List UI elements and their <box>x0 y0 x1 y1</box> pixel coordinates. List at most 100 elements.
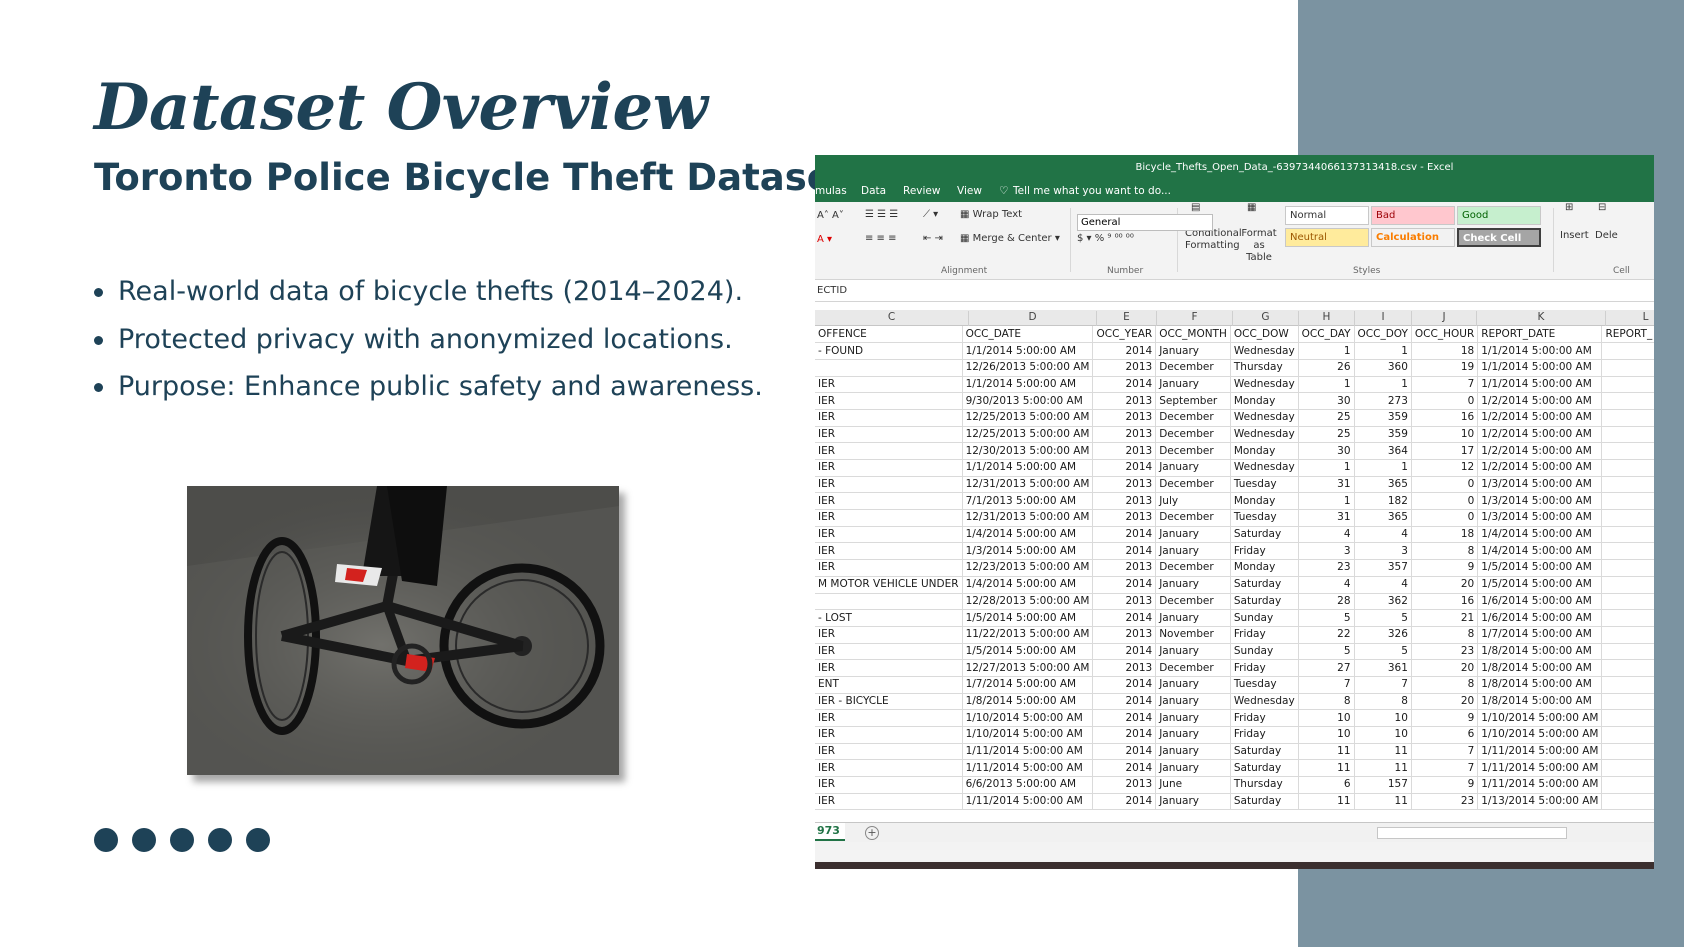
table-cell[interactable]: 1 <box>1298 459 1355 477</box>
table-cell[interactable] <box>1601 492 1654 511</box>
table-cell[interactable]: - FOUND <box>815 342 963 360</box>
table-cell[interactable]: 31 <box>1298 476 1355 494</box>
conditional-formatting-icon[interactable]: ▤ <box>1191 202 1200 213</box>
table-cell[interactable]: 1/10/2014 5:00:00 AM <box>1477 726 1603 744</box>
table-cell[interactable] <box>1601 709 1654 727</box>
table-cell[interactable]: 1 <box>1298 492 1355 511</box>
table-cell[interactable]: 23 <box>1411 643 1479 661</box>
table-cell[interactable]: ENT <box>815 676 963 694</box>
table-cell[interactable]: December <box>1155 409 1231 427</box>
table-cell[interactable]: 365 <box>1354 509 1412 527</box>
table-cell[interactable]: IER <box>815 409 963 427</box>
table-cell[interactable]: 9 <box>1411 776 1479 794</box>
table-cell[interactable]: 2014 <box>1092 643 1157 661</box>
table-cell[interactable]: 4 <box>1298 576 1355 594</box>
font-color-icon[interactable]: A ▾ <box>817 234 832 245</box>
table-cell[interactable]: Tuesday <box>1230 676 1299 694</box>
table-cell[interactable]: 2013 <box>1092 476 1157 494</box>
table-cell[interactable] <box>1601 693 1654 711</box>
table-cell[interactable]: 12/30/2013 5:00:00 AM <box>962 442 1094 460</box>
table-cell[interactable]: IER <box>815 626 963 644</box>
table-cell[interactable]: Wednesday <box>1230 342 1299 360</box>
table-cell[interactable] <box>1601 593 1654 611</box>
table-cell[interactable]: 6 <box>1411 726 1479 744</box>
table-cell[interactable]: 12/25/2013 5:00:00 AM <box>962 409 1094 427</box>
style-calculation[interactable]: Calculation <box>1371 228 1455 247</box>
table-cell[interactable] <box>1601 342 1654 360</box>
table-cell[interactable]: 2013 <box>1092 776 1157 794</box>
table-cell[interactable]: 19 <box>1411 359 1479 377</box>
table-cell[interactable]: 157 <box>1354 776 1412 794</box>
table-cell[interactable]: Tuesday <box>1230 476 1299 494</box>
table-cell[interactable]: Saturday <box>1230 759 1299 778</box>
table-cell[interactable]: 1/7/2014 5:00:00 AM <box>1477 626 1603 644</box>
table-cell[interactable]: 273 <box>1354 392 1412 410</box>
table-cell[interactable]: 1/2/2014 5:00:00 AM <box>1477 442 1603 460</box>
table-cell[interactable]: 6/6/2013 5:00:00 AM <box>962 776 1094 794</box>
table-cell[interactable]: Wednesday <box>1230 426 1299 444</box>
table-cell[interactable]: 7 <box>1354 676 1412 694</box>
table-cell[interactable]: 2014 <box>1092 526 1157 544</box>
table-cell[interactable]: January <box>1155 793 1231 811</box>
table-cell[interactable]: IER <box>815 759 963 778</box>
table-cell[interactable]: January <box>1155 643 1231 661</box>
table-cell[interactable] <box>1601 559 1654 577</box>
horizontal-scrollbar[interactable] <box>1377 827 1567 839</box>
table-cell[interactable]: 1/10/2014 5:00:00 AM <box>1477 709 1603 727</box>
table-cell[interactable]: 1 <box>1354 459 1412 477</box>
table-cell[interactable]: 2013 <box>1092 559 1157 577</box>
table-cell[interactable]: 4 <box>1354 526 1412 544</box>
table-cell[interactable]: 1/10/2014 5:00:00 AM <box>962 709 1094 727</box>
orientation-icon[interactable]: ⟋ ▾ <box>923 209 938 220</box>
align-left-icon[interactable]: ≡ ≡ ≡ <box>865 233 897 244</box>
table-cell[interactable] <box>1601 459 1654 477</box>
table-cell[interactable]: January <box>1155 342 1231 360</box>
table-cell[interactable]: Saturday <box>1230 593 1299 611</box>
table-cell[interactable]: 30 <box>1298 442 1355 460</box>
table-cell[interactable]: 26 <box>1298 359 1355 377</box>
table-cell[interactable]: 2014 <box>1092 759 1157 778</box>
column-letter[interactable]: E <box>1097 311 1157 326</box>
align-top-icon[interactable]: ☰ ☰ ☰ <box>865 209 898 220</box>
table-cell[interactable]: 20 <box>1411 659 1479 677</box>
column-letter[interactable]: G <box>1233 311 1299 326</box>
table-cell[interactable]: 3 <box>1354 542 1412 561</box>
table-cell[interactable]: 2014 <box>1092 342 1157 360</box>
table-cell[interactable]: OCC_DOY <box>1354 326 1412 344</box>
table-cell[interactable]: 1/4/2014 5:00:00 AM <box>1477 526 1603 544</box>
table-cell[interactable] <box>1601 743 1654 761</box>
table-cell[interactable]: 1/6/2014 5:00:00 AM <box>1477 593 1603 611</box>
table-cell[interactable]: December <box>1155 593 1231 611</box>
table-cell[interactable]: June <box>1155 776 1231 794</box>
table-cell[interactable]: 31 <box>1298 509 1355 527</box>
table-cell[interactable]: January <box>1155 743 1231 761</box>
table-cell[interactable]: 8 <box>1411 626 1479 644</box>
table-cell[interactable]: 1 <box>1298 376 1355 394</box>
table-cell[interactable]: September <box>1155 392 1231 410</box>
table-cell[interactable]: November <box>1155 626 1231 644</box>
table-cell[interactable]: 20 <box>1411 693 1479 711</box>
table-cell[interactable] <box>1601 426 1654 444</box>
table-cell[interactable]: OCC_DOW <box>1230 326 1299 344</box>
table-cell[interactable]: 2013 <box>1092 359 1157 377</box>
table-cell[interactable]: IER <box>815 709 963 727</box>
table-cell[interactable]: 1/1/2014 5:00:00 AM <box>962 459 1094 477</box>
table-cell[interactable]: 20 <box>1411 576 1479 594</box>
currency-icon[interactable]: $ ▾ % ⁹ ⁰⁰ ⁰⁰ <box>1077 233 1134 244</box>
table-cell[interactable]: 2014 <box>1092 693 1157 711</box>
table-cell[interactable]: 12/28/2013 5:00:00 AM <box>962 593 1094 611</box>
table-cell[interactable]: January <box>1155 576 1231 594</box>
add-sheet-icon[interactable]: + <box>865 826 879 840</box>
table-cell[interactable]: January <box>1155 526 1231 544</box>
format-as-table-button[interactable]: Format as Table <box>1239 228 1279 264</box>
merge-center-button[interactable]: ▦ Merge & Center ▾ <box>960 233 1060 244</box>
table-cell[interactable]: 8 <box>1354 693 1412 711</box>
table-cell[interactable]: 2014 <box>1092 459 1157 477</box>
table-cell[interactable]: Tuesday <box>1230 509 1299 527</box>
table-cell[interactable]: Sunday <box>1230 609 1299 627</box>
table-cell[interactable]: 10 <box>1298 709 1355 727</box>
table-cell[interactable]: January <box>1155 542 1231 561</box>
style-neutral[interactable]: Neutral <box>1285 228 1369 247</box>
column-letter[interactable]: I <box>1355 311 1412 326</box>
insert-button[interactable]: Insert <box>1560 230 1589 241</box>
